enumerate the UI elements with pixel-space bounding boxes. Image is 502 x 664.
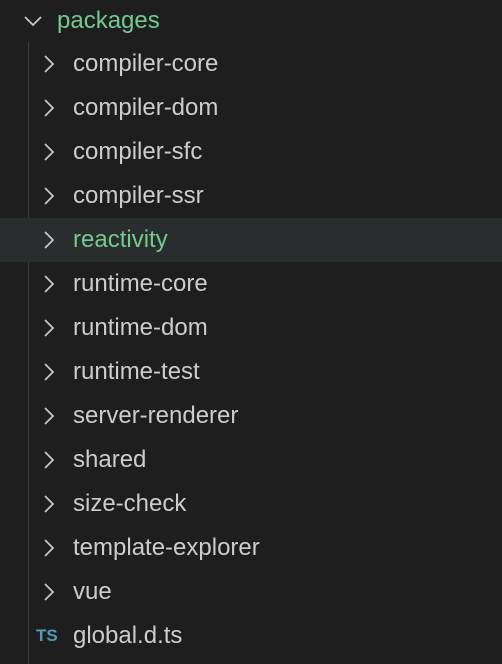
chevron-right-icon[interactable] (38, 273, 60, 295)
folder-label: server-renderer (73, 402, 239, 429)
folder-row-template-explorer[interactable]: template-explorer (0, 526, 502, 570)
chevron-right-icon[interactable] (38, 317, 60, 339)
chevron-down-icon[interactable] (22, 10, 44, 32)
folder-row-compiler-dom[interactable]: compiler-dom (0, 86, 502, 130)
chevron-right-icon[interactable] (38, 97, 60, 119)
chevron-right-icon[interactable] (38, 537, 60, 559)
folder-label: vue (73, 578, 112, 605)
folder-label: compiler-ssr (73, 182, 204, 209)
chevron-right-icon[interactable] (38, 361, 60, 383)
folder-row-runtime-core[interactable]: runtime-core (0, 262, 502, 306)
folder-row-shared[interactable]: shared (0, 438, 502, 482)
folder-label: runtime-dom (73, 314, 208, 341)
chevron-right-icon[interactable] (38, 53, 60, 75)
folder-label: compiler-sfc (73, 138, 203, 165)
typescript-file-icon: TS (36, 626, 58, 645)
folder-row-server-renderer[interactable]: server-renderer (0, 394, 502, 438)
folder-row-compiler-core[interactable]: compiler-core (0, 42, 502, 86)
chevron-right-icon[interactable] (38, 185, 60, 207)
folder-label: size-check (73, 490, 187, 517)
chevron-right-icon[interactable] (38, 493, 60, 515)
folder-row-runtime-dom[interactable]: runtime-dom (0, 306, 502, 350)
folder-label: reactivity (73, 226, 168, 253)
folder-row-packages[interactable]: packages (0, 0, 502, 42)
file-label: global.d.ts (73, 622, 183, 649)
folder-label: compiler-core (73, 50, 219, 77)
folder-label: template-explorer (73, 534, 260, 561)
folder-label: packages (57, 7, 160, 34)
chevron-right-icon[interactable] (38, 581, 60, 603)
folder-row-vue[interactable]: vue (0, 570, 502, 614)
folder-row-compiler-sfc[interactable]: compiler-sfc (0, 130, 502, 174)
folder-label: shared (73, 446, 147, 473)
chevron-right-icon[interactable] (38, 229, 60, 251)
folder-label: runtime-core (73, 270, 208, 297)
chevron-right-icon[interactable] (38, 449, 60, 471)
chevron-right-icon[interactable] (38, 141, 60, 163)
file-row-global-d-ts[interactable]: TS global.d.ts (0, 614, 502, 658)
folder-row-runtime-test[interactable]: runtime-test (0, 350, 502, 394)
file-explorer-tree: packages compiler-core compiler-dom comp… (0, 0, 502, 664)
folder-label: runtime-test (73, 358, 200, 385)
folder-row-compiler-ssr[interactable]: compiler-ssr (0, 174, 502, 218)
folder-label: compiler-dom (73, 94, 219, 121)
folder-row-reactivity[interactable]: reactivity (0, 218, 502, 262)
chevron-right-icon[interactable] (38, 405, 60, 427)
folder-row-size-check[interactable]: size-check (0, 482, 502, 526)
